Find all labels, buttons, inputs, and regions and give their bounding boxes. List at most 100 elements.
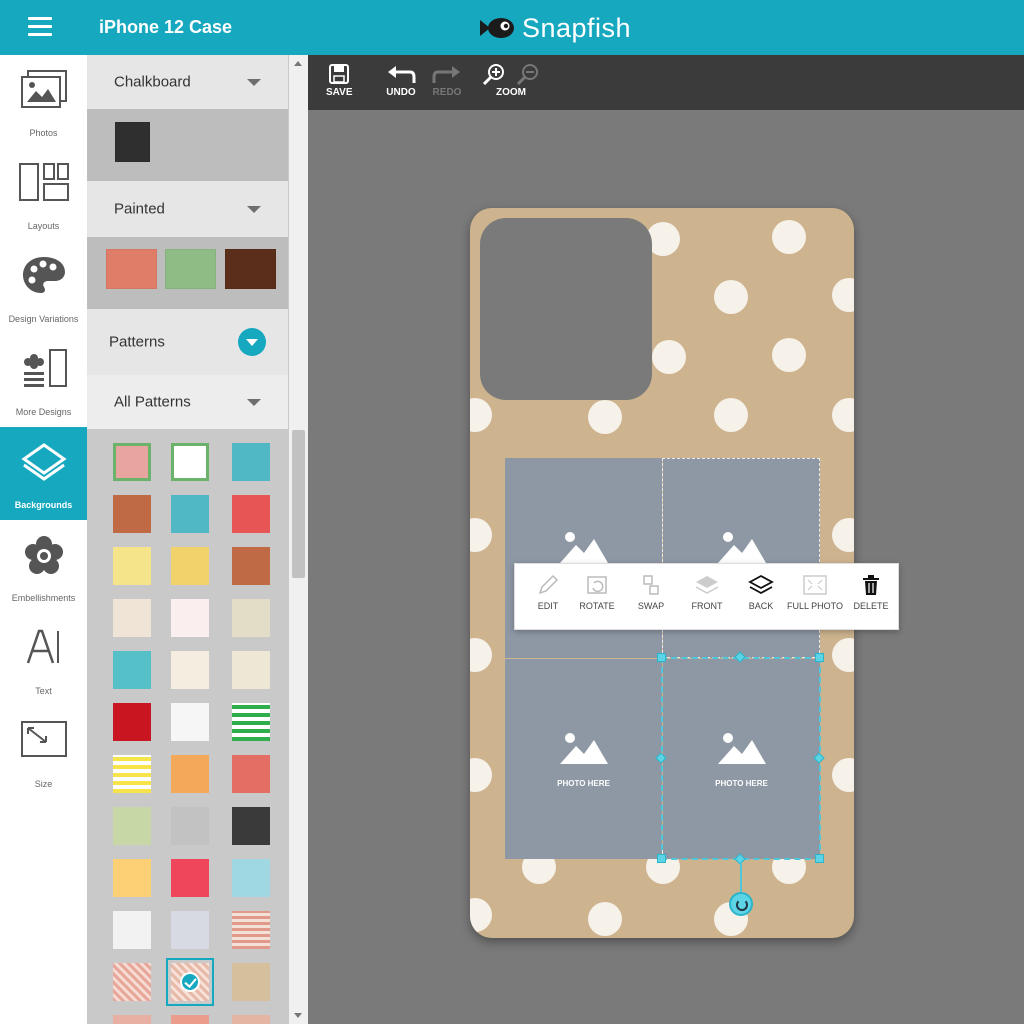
swatch-painted-coral[interactable]: [106, 249, 157, 289]
pattern-tile[interactable]: [171, 703, 209, 741]
polka-dot: [832, 638, 854, 672]
edit-button[interactable]: EDIT: [533, 574, 563, 611]
polka-dot: [470, 518, 492, 552]
full-photo-label: FULL PHOTO: [787, 601, 844, 611]
menu-icon[interactable]: [28, 17, 52, 37]
swatch-chalkboard-black[interactable]: [115, 122, 150, 162]
pattern-tile[interactable]: [232, 1015, 270, 1024]
layouts-icon: [18, 163, 69, 201]
scroll-thumb[interactable]: [292, 430, 305, 578]
pattern-tile[interactable]: [113, 963, 151, 1001]
rail-item-photos[interactable]: Photos: [0, 55, 87, 148]
polka-dot: [470, 898, 492, 932]
pattern-tile[interactable]: [171, 911, 209, 949]
pattern-tile[interactable]: [113, 651, 151, 689]
pattern-tile[interactable]: [113, 1015, 151, 1024]
pattern-tile[interactable]: [232, 443, 270, 481]
redo-button[interactable]: REDO: [432, 63, 462, 98]
pattern-tile[interactable]: [232, 495, 270, 533]
send-back-button[interactable]: BACK: [745, 574, 777, 611]
rail-item-size[interactable]: Size: [0, 706, 87, 799]
photos-icon: [20, 70, 67, 108]
layer-front-icon: [695, 576, 719, 594]
rail-item-backgrounds[interactable]: Backgrounds: [0, 427, 87, 520]
pattern-tile[interactable]: [232, 963, 270, 1001]
image-placeholder-icon: [559, 733, 608, 764]
pattern-tile[interactable]: [171, 651, 209, 689]
image-placeholder-icon: [559, 532, 608, 563]
pattern-tile[interactable]: [171, 443, 209, 481]
undo-button[interactable]: UNDO: [386, 63, 416, 98]
rail-item-layouts[interactable]: Layouts: [0, 148, 87, 241]
pattern-tile[interactable]: [171, 859, 209, 897]
category-painted[interactable]: Painted: [87, 181, 288, 237]
rail-item-text[interactable]: Text: [0, 613, 87, 706]
pattern-tile[interactable]: [232, 859, 270, 897]
pattern-tile[interactable]: [232, 911, 270, 949]
polka-dot: [772, 338, 806, 372]
rail-item-more-designs[interactable]: More Designs: [0, 334, 87, 427]
panel-scrollbar[interactable]: [289, 55, 308, 1024]
pattern-tile[interactable]: [232, 547, 270, 585]
chevron-down-icon: [247, 206, 261, 213]
pattern-tile[interactable]: [113, 755, 151, 793]
pattern-tile[interactable]: [171, 599, 209, 637]
photo-slot[interactable]: PHOTO HERE: [505, 659, 662, 859]
full-photo-button[interactable]: FULL PHOTO: [787, 574, 843, 611]
all-patterns-dropdown[interactable]: All Patterns: [87, 375, 288, 429]
pattern-tile[interactable]: [171, 495, 209, 533]
pattern-tile[interactable]: [171, 1015, 209, 1024]
pattern-tile[interactable]: [113, 859, 151, 897]
pattern-tile[interactable]: [232, 703, 270, 741]
pattern-tile[interactable]: [232, 807, 270, 845]
pattern-tile[interactable]: [232, 651, 270, 689]
swatch-painted-brown[interactable]: [225, 249, 276, 289]
rotate-button[interactable]: ROTATE: [577, 574, 617, 611]
zoom-out-icon[interactable]: [516, 63, 540, 85]
pattern-tile[interactable]: [232, 755, 270, 793]
trash-icon: [863, 575, 879, 595]
delete-button[interactable]: DELETE: [853, 574, 889, 611]
pattern-tile[interactable]: [171, 755, 209, 793]
bring-front-button[interactable]: FRONT: [687, 574, 727, 611]
category-chalkboard[interactable]: Chalkboard: [87, 55, 288, 109]
expand-circle-icon[interactable]: [238, 328, 266, 356]
dropdown-label: All Patterns: [114, 393, 191, 411]
category-patterns[interactable]: Patterns: [87, 309, 288, 375]
resize-handle[interactable]: [815, 854, 824, 863]
scroll-down-icon[interactable]: [294, 1013, 302, 1018]
scroll-up-icon[interactable]: [294, 61, 302, 66]
back-label: BACK: [748, 601, 774, 611]
pattern-tile[interactable]: [113, 807, 151, 845]
pattern-tile[interactable]: [113, 547, 151, 585]
rail-label: Layouts: [27, 221, 60, 231]
backgrounds-icon: [20, 443, 67, 481]
resize-handle[interactable]: [657, 854, 666, 863]
swap-button[interactable]: SWAP: [635, 574, 667, 611]
pattern-tile[interactable]: [171, 807, 209, 845]
pattern-tile[interactable]: [232, 599, 270, 637]
pattern-tile[interactable]: [171, 547, 209, 585]
tool-rail: Photos Layouts Design Variations More De…: [0, 55, 87, 1024]
pattern-tile[interactable]: [113, 599, 151, 637]
pattern-tile[interactable]: [113, 911, 151, 949]
rotate-handle-icon[interactable]: [729, 892, 753, 916]
polka-dot: [832, 398, 854, 432]
rail-item-embellishments[interactable]: Embellishments: [0, 520, 87, 613]
rail-item-design-variations[interactable]: Design Variations: [0, 241, 87, 334]
swap-label: SWAP: [637, 601, 665, 611]
pattern-tile[interactable]: [113, 703, 151, 741]
resize-handle[interactable]: [815, 653, 824, 662]
resize-handle[interactable]: [657, 653, 666, 662]
swatch-painted-green[interactable]: [165, 249, 216, 289]
rail-label: Size: [34, 779, 53, 789]
zoom-in-icon[interactable]: [482, 63, 506, 85]
save-button[interactable]: SAVE: [326, 63, 353, 98]
pattern-tile[interactable]: [113, 495, 151, 533]
edit-label: EDIT: [537, 601, 559, 611]
redo-icon: [432, 66, 460, 83]
category-title: Painted: [114, 200, 165, 218]
pattern-tile-selected[interactable]: [166, 958, 214, 1006]
delete-label: DELETE: [853, 601, 889, 611]
pattern-tile[interactable]: [113, 443, 151, 481]
